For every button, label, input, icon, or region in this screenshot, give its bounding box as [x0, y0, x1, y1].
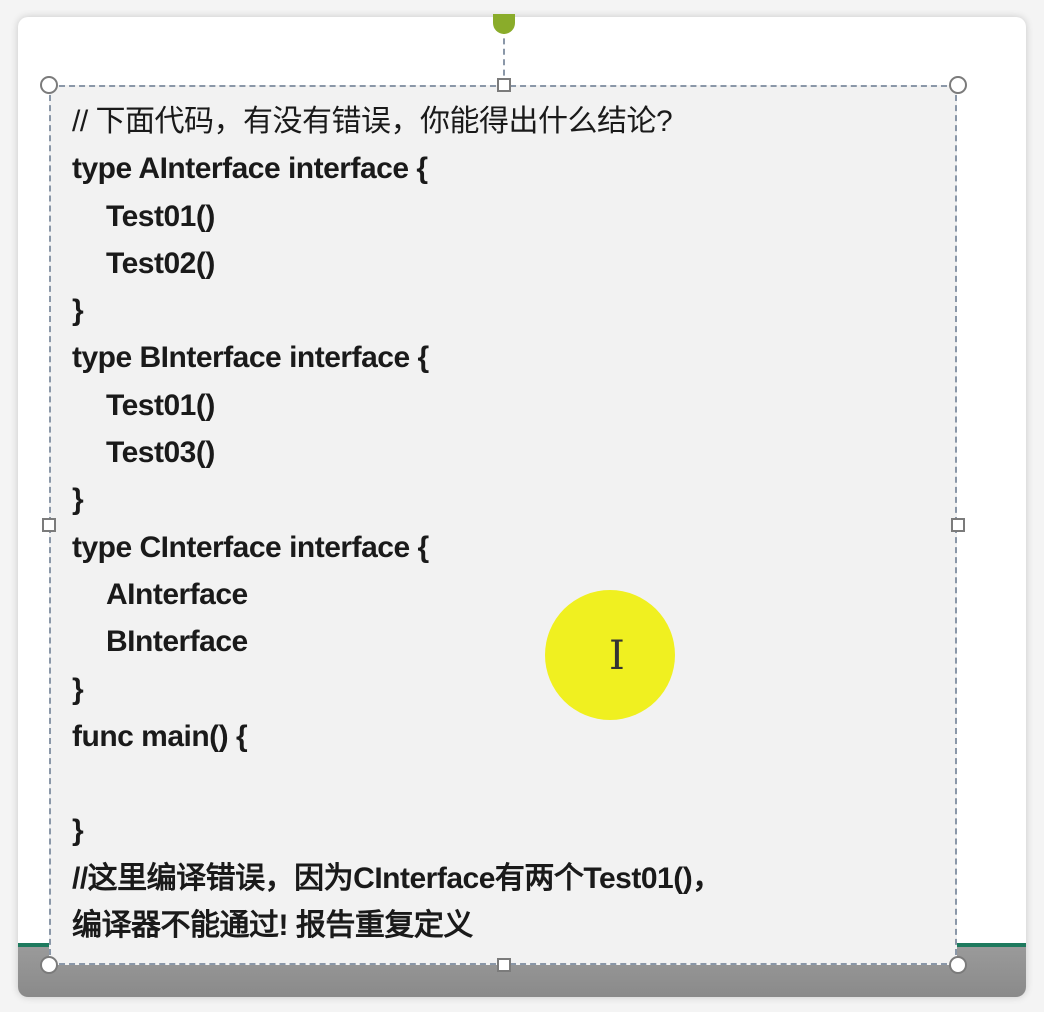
resize-handle-bottom-left[interactable]	[40, 956, 58, 974]
resize-handle-left[interactable]	[42, 518, 56, 532]
code-line: type BInterface interface {	[72, 341, 429, 375]
code-line: func main() {	[72, 719, 248, 753]
code-text[interactable]: // 下面代码，有没有错误，你能得出什么结论? type AInterface …	[72, 98, 722, 949]
code-line: type AInterface interface {	[72, 152, 428, 186]
code-line: Test01()	[106, 199, 215, 233]
code-line: Test03()	[106, 436, 215, 470]
code-line: }	[72, 294, 84, 328]
code-line: Test02()	[106, 246, 215, 280]
text-cursor-icon: I	[609, 633, 625, 679]
code-line: }	[72, 483, 84, 517]
code-line: Test01()	[106, 388, 215, 422]
code-line: }	[72, 814, 84, 848]
code-line: type CInterface interface {	[72, 530, 429, 564]
resize-handle-bottom[interactable]	[497, 958, 511, 972]
comment-line: 编译器不能通过! 报告重复定义	[72, 909, 473, 943]
resize-handle-right[interactable]	[951, 518, 965, 532]
resize-handle-top[interactable]	[497, 78, 511, 92]
resize-handle-top-right[interactable]	[949, 76, 967, 94]
resize-handle-bottom-right[interactable]	[949, 956, 967, 974]
comment-line: //这里编译错误，因为CInterface有两个Test01()，	[72, 861, 722, 895]
resize-handle-top-left[interactable]	[40, 76, 58, 94]
comment-line: // 下面代码，有没有错误，你能得出什么结论?	[72, 105, 673, 138]
